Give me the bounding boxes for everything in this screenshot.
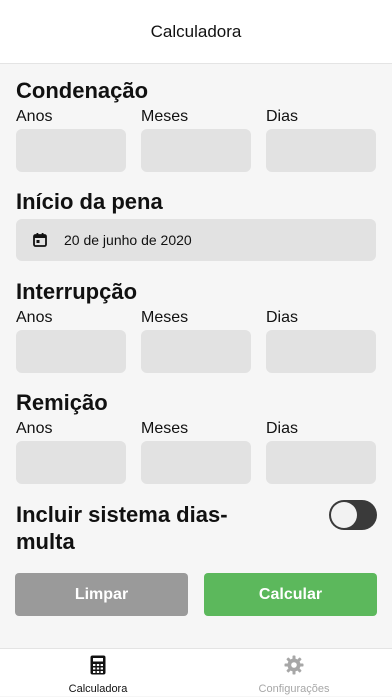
- start-date-value: 20 de junho de 2020: [64, 232, 192, 248]
- condenacao-months-label: Meses: [141, 108, 189, 125]
- tab-calculator[interactable]: Calculadora: [0, 649, 196, 697]
- interrupcao-title: Interrupção: [16, 279, 138, 304]
- remicao-days-label: Dias: [266, 420, 299, 437]
- tab-settings[interactable]: Configurações: [196, 649, 392, 697]
- interrupcao-months-label: Meses: [141, 309, 189, 326]
- condenacao-days-input[interactable]: [266, 129, 376, 172]
- clear-button[interactable]: Limpar: [15, 573, 188, 616]
- interrupcao-years-label: Anos: [16, 309, 53, 326]
- interrupcao-years-input[interactable]: [16, 330, 126, 373]
- tab-bar: Calculadora Configurações: [0, 648, 392, 696]
- nav-header: Calculadora: [0, 0, 392, 64]
- condenacao-years-input[interactable]: [16, 129, 126, 172]
- start-date-picker[interactable]: 20 de junho de 2020: [16, 219, 376, 261]
- remicao-months-label: Meses: [141, 420, 189, 437]
- interrupcao-months-input[interactable]: [141, 330, 251, 373]
- condenacao-title: Condenação: [16, 78, 149, 103]
- toggle-knob: [331, 502, 357, 528]
- remicao-title: Remição: [16, 390, 108, 415]
- remicao-months-input[interactable]: [141, 441, 251, 484]
- inicio-title: Início da pena: [16, 189, 163, 214]
- interrupcao-days-label: Dias: [266, 309, 299, 326]
- remicao-years-label: Anos: [16, 420, 53, 437]
- interrupcao-days-input[interactable]: [266, 330, 376, 373]
- calculate-button[interactable]: Calcular: [204, 573, 377, 616]
- dias-multa-toggle[interactable]: [329, 500, 377, 530]
- calendar-icon: [32, 232, 48, 248]
- remicao-years-input[interactable]: [16, 441, 126, 484]
- condenacao-days-label: Dias: [266, 108, 299, 125]
- tab-calculator-label: Calculadora: [68, 683, 128, 695]
- calculator-icon: [88, 655, 108, 675]
- tab-settings-label: Configurações: [258, 683, 330, 695]
- gear-icon: [284, 655, 304, 675]
- condenacao-years-label: Anos: [16, 108, 53, 125]
- dias-multa-label: Incluir sistema dias-multa: [16, 502, 228, 554]
- header-title: Calculadora: [150, 21, 242, 41]
- condenacao-months-input[interactable]: [141, 129, 251, 172]
- remicao-days-input[interactable]: [266, 441, 376, 484]
